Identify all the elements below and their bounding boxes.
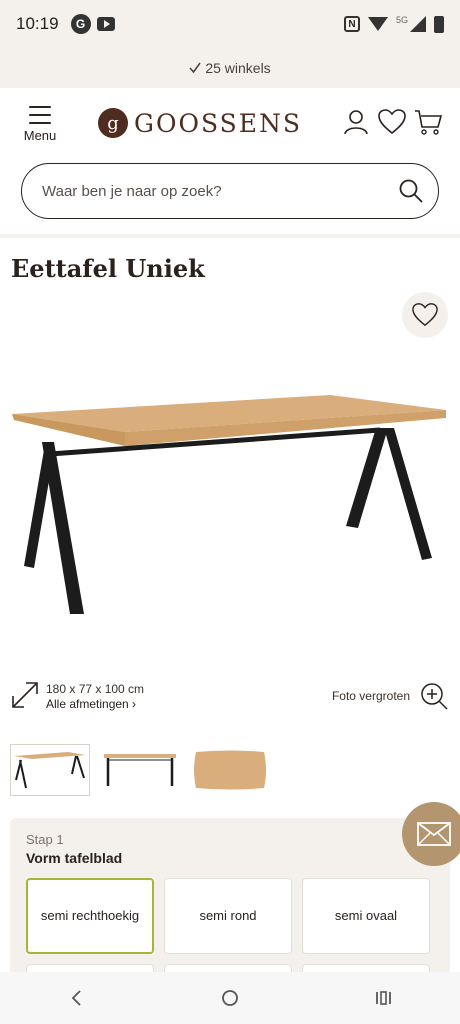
- app-notification-icon: G: [70, 14, 91, 34]
- search-input[interactable]: Waar ben je naar op zoek?: [21, 163, 439, 219]
- step-title: Vorm tafelblad: [26, 850, 123, 866]
- promo-bar[interactable]: 25 winkels: [0, 48, 460, 88]
- product-image[interactable]: [0, 380, 460, 630]
- home-icon[interactable]: [220, 988, 240, 1008]
- network-type: 5G: [395, 15, 408, 25]
- configurator-panel: Stap 1 Vorm tafelblad semi rechthoekig s…: [10, 818, 450, 994]
- status-bar: 10:19 G N 5G: [0, 0, 460, 48]
- nfc-icon: N: [343, 16, 360, 32]
- youtube-notification-icon: [96, 17, 115, 31]
- thumbnail-gallery: [10, 744, 270, 796]
- zoom-label: Foto vergroten: [331, 689, 410, 703]
- product-title: Eettafel Uniek: [11, 254, 205, 283]
- contact-button[interactable]: [402, 802, 460, 866]
- promo-text: 25 winkels: [205, 60, 271, 76]
- logo-text: GOOSSENS: [134, 108, 303, 138]
- step-label: Stap 1: [26, 832, 64, 847]
- logo[interactable]: g GOOSSENS: [98, 108, 302, 138]
- table-perspective-thumbnail: [14, 752, 86, 789]
- hamburger-icon: [29, 106, 51, 124]
- menu-label: Menu: [23, 128, 57, 143]
- thumbnail-1[interactable]: [10, 744, 90, 796]
- menu-button[interactable]: Menu: [20, 106, 60, 143]
- dimensions: 180 x 77 x 100 cm Alle afmetingen ›: [10, 680, 144, 711]
- header-divider: [0, 234, 460, 238]
- add-to-wishlist-button[interactable]: [402, 292, 448, 338]
- account-icon[interactable]: [342, 108, 370, 136]
- dimensions-text: 180 x 77 x 100 cm: [46, 682, 145, 696]
- option-semi-ovaal[interactable]: semi ovaal: [302, 878, 430, 954]
- resize-arrow-icon: [12, 682, 38, 708]
- signal-icon: [410, 16, 426, 32]
- cart-icon[interactable]: [414, 108, 442, 136]
- back-icon[interactable]: [67, 988, 87, 1008]
- search-placeholder: Waar ben je naar op zoek?: [42, 182, 222, 200]
- logo-mark: g: [98, 108, 128, 138]
- wifi-icon: [367, 17, 388, 31]
- thumbnail-2[interactable]: [100, 744, 180, 796]
- option-semi-rond[interactable]: semi rond: [164, 878, 292, 954]
- recent-apps-icon[interactable]: [373, 988, 393, 1008]
- all-dimensions-link[interactable]: Alle afmetingen ›: [46, 697, 144, 711]
- heart-icon: [412, 303, 438, 327]
- zoom-photo-button[interactable]: Foto vergroten: [332, 682, 448, 710]
- battery-icon: [434, 15, 444, 33]
- search-icon[interactable]: [398, 178, 424, 204]
- tabletop-thumbnail: [194, 750, 266, 790]
- site-header: Menu g GOOSSENS Waar ben je naar op zoek…: [0, 88, 460, 238]
- wishlist-icon[interactable]: [378, 108, 406, 136]
- option-semi-rechthoekig[interactable]: semi rechthoekig: [26, 878, 154, 954]
- status-time: 10:19: [16, 14, 59, 33]
- system-nav-bar: [0, 972, 460, 1024]
- thumbnail-3[interactable]: [190, 744, 270, 796]
- check-icon: [189, 62, 201, 74]
- mail-icon: [417, 822, 451, 846]
- zoom-in-icon: [421, 683, 448, 710]
- table-side-thumbnail: [104, 754, 176, 786]
